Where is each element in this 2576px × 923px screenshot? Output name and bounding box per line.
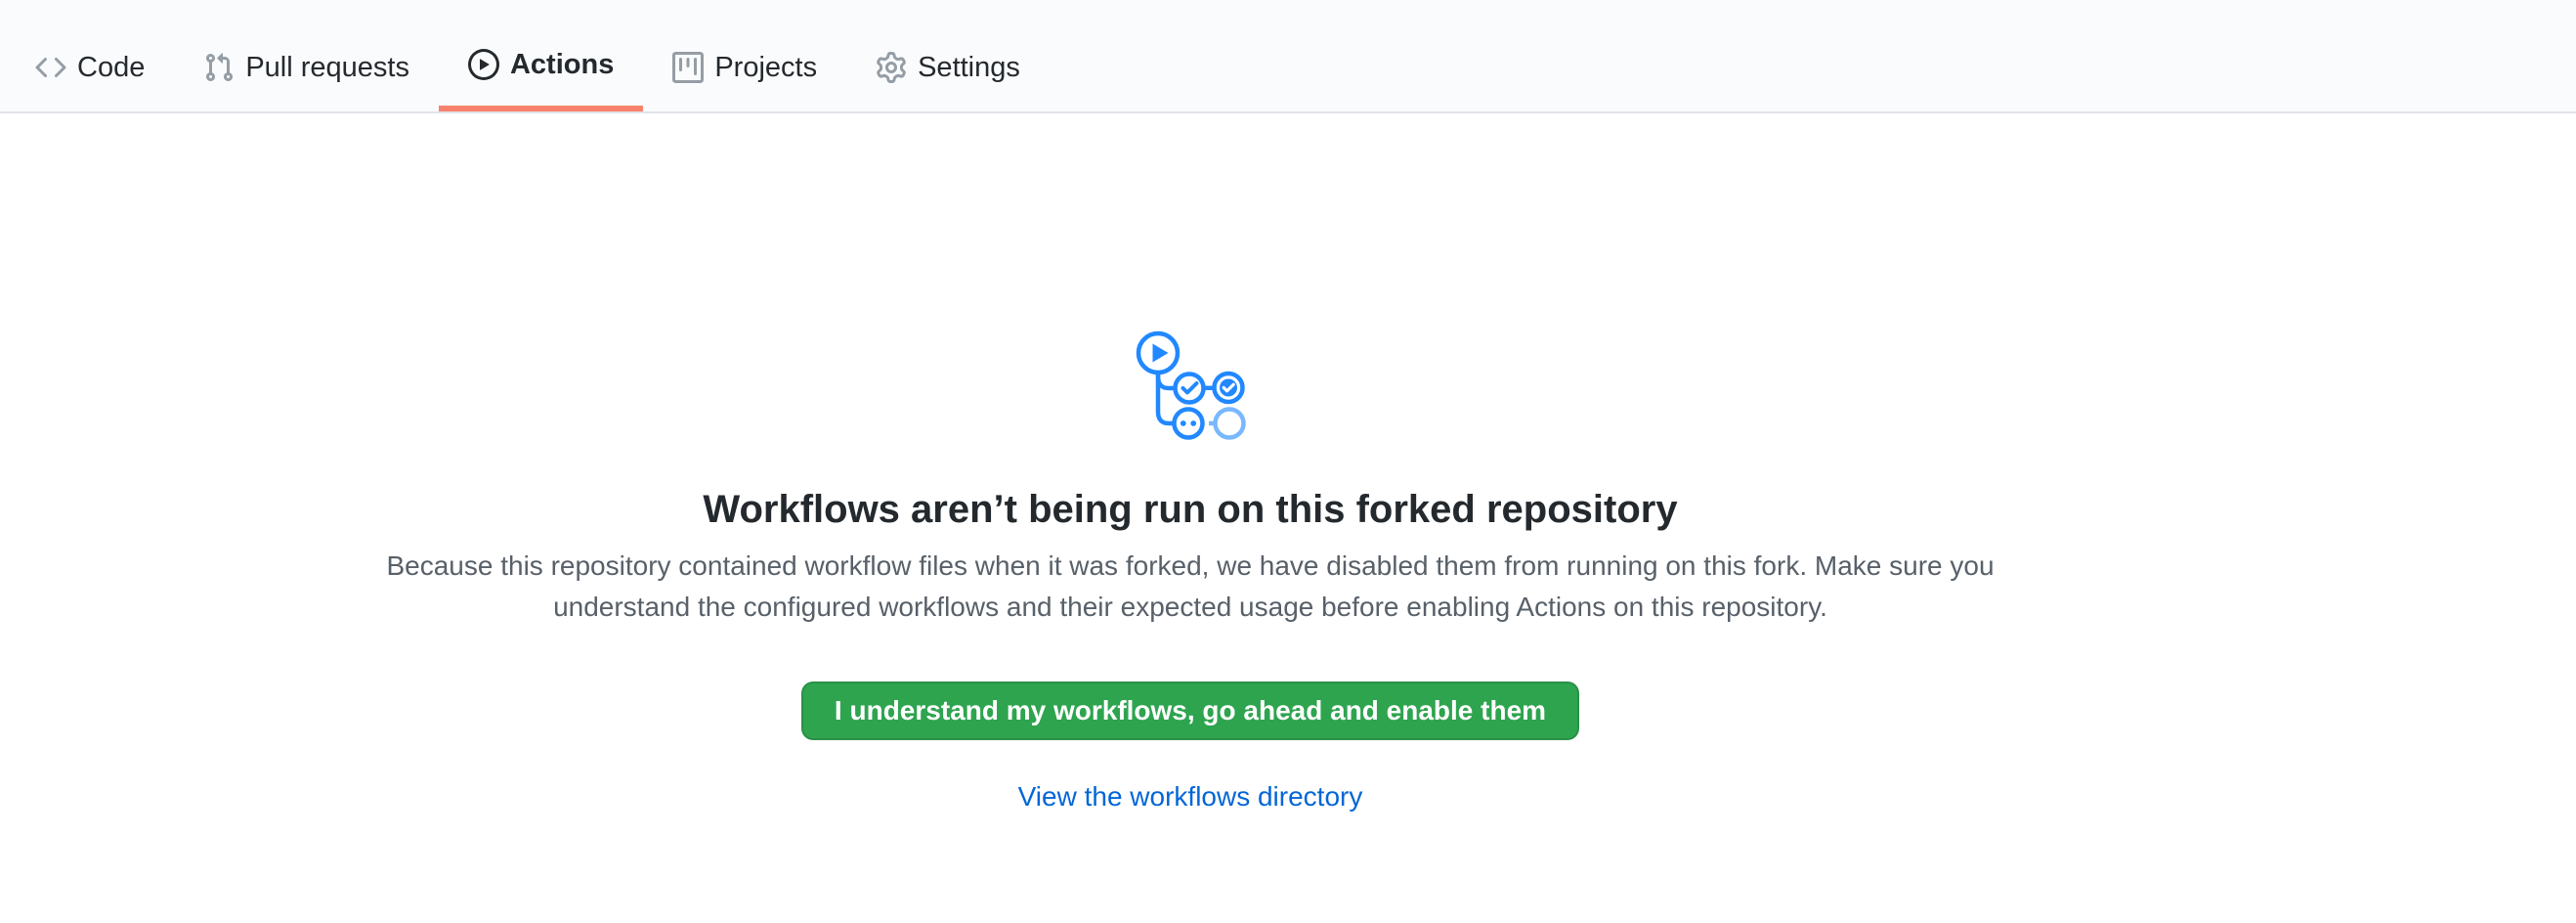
- workflows-directory-link[interactable]: View the workflows directory: [1018, 781, 1363, 812]
- tab-label: Code: [77, 52, 145, 84]
- blankslate-action-row: I understand my workflows, go ahead and …: [0, 628, 2381, 740]
- project-icon: [672, 52, 704, 83]
- tab-label: Projects: [714, 52, 817, 84]
- tab-code[interactable]: Code: [6, 0, 174, 111]
- actions-workflow-icon: [1136, 330, 1246, 441]
- git-pull-request-icon: [203, 52, 235, 83]
- enable-workflows-button[interactable]: I understand my workflows, go ahead and …: [801, 681, 1579, 740]
- play-icon: [468, 49, 499, 80]
- tab-actions[interactable]: Actions: [439, 0, 643, 111]
- tab-label: Actions: [510, 49, 614, 81]
- blankslate-description: Because this repository contained workfl…: [385, 546, 1996, 628]
- tab-settings[interactable]: Settings: [846, 0, 1050, 111]
- tab-label: Pull requests: [245, 52, 409, 84]
- tab-label: Settings: [918, 52, 1020, 84]
- gear-icon: [876, 52, 907, 83]
- blankslate-heading: Workflows aren’t being run on this forke…: [0, 486, 2381, 533]
- tab-pull-requests[interactable]: Pull requests: [174, 0, 439, 111]
- code-icon: [35, 52, 66, 83]
- repo-tab-nav: Code Pull requests Actions Projects Sett…: [0, 0, 2576, 113]
- blankslate-link-row: View the workflows directory: [0, 781, 2381, 813]
- tab-projects[interactable]: Projects: [643, 0, 846, 111]
- actions-blankslate: Workflows aren’t being run on this forke…: [0, 115, 2381, 813]
